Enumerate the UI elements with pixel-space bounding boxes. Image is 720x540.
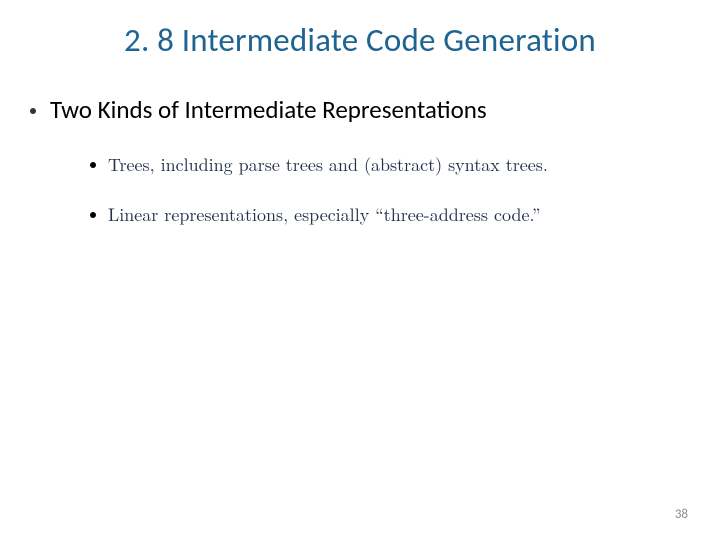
slide: 2. 8 Intermediate Code Generation Two Ki…: [0, 0, 720, 540]
bullet-level2-text: Trees, including parse trees and (abstra…: [108, 153, 548, 177]
sub-bullets: Trees, including parse trees and (abstra…: [90, 153, 720, 228]
slide-title: 2. 8 Intermediate Code Generation: [0, 20, 720, 70]
bullet-level1-text: Two Kinds of Intermediate Representation…: [50, 94, 487, 125]
bullet-level1: Two Kinds of Intermediate Representation…: [30, 94, 720, 125]
bullet-level2-text: Linear representations, especially “thre…: [108, 203, 540, 227]
bullet-level2: Trees, including parse trees and (abstra…: [90, 153, 720, 177]
bullet-dot-icon: [90, 212, 96, 218]
bullet-level2: Linear representations, especially “thre…: [90, 203, 720, 227]
page-number: 38: [675, 507, 688, 522]
bullet-dot-icon: [90, 162, 96, 168]
bullet-dot-icon: [30, 108, 36, 114]
